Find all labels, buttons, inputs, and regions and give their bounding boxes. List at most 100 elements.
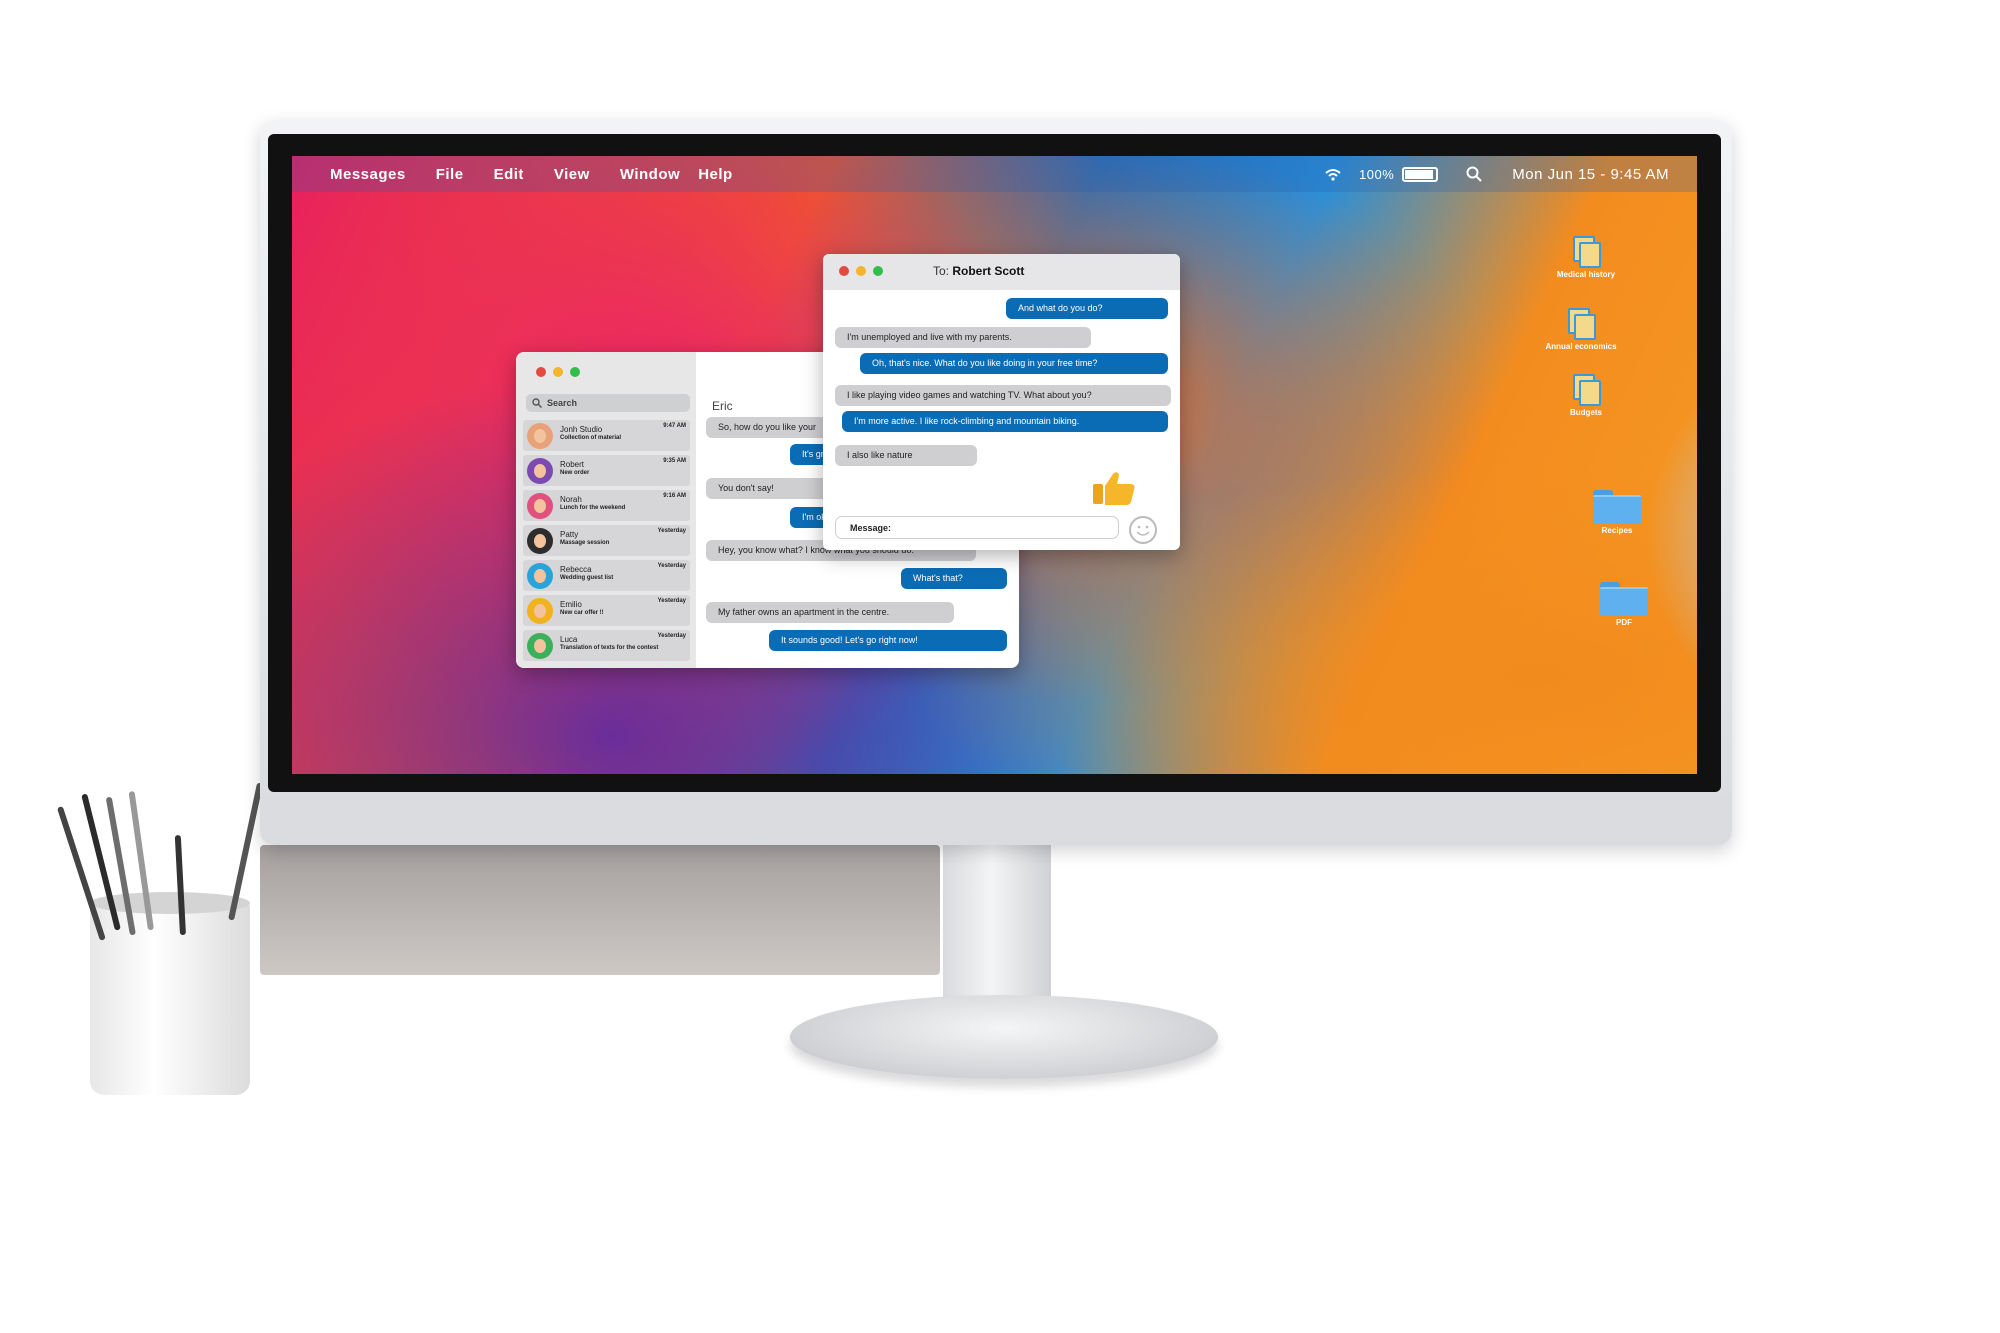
- minimize-button[interactable]: [856, 266, 866, 276]
- contact-name: Jonh Studio: [560, 425, 603, 434]
- battery-status[interactable]: 100%: [1359, 166, 1439, 182]
- avatar: [527, 598, 553, 624]
- menu-window[interactable]: Window: [620, 166, 680, 183]
- folder-icon: [1593, 490, 1641, 524]
- contact-name: Robert: [560, 460, 585, 469]
- folder-icon: [1600, 582, 1648, 616]
- minimize-button[interactable]: [553, 367, 563, 377]
- contact-subtitle: Translation of texts for the contest: [560, 645, 659, 651]
- menu-app-messages[interactable]: Messages: [330, 166, 406, 183]
- search-input[interactable]: Search: [526, 394, 690, 412]
- wifi-icon[interactable]: [1325, 168, 1341, 181]
- avatar: [527, 493, 553, 519]
- avatar: [527, 528, 553, 554]
- close-button[interactable]: [839, 266, 849, 276]
- zoom-button[interactable]: [873, 266, 883, 276]
- message-bubble-sent: I'm more active. I like rock-climbing an…: [842, 411, 1168, 432]
- message-bubble-sent: Oh, that's nice. What do you like doing …: [860, 353, 1168, 374]
- desktop-icon-medical-history[interactable]: Medical history: [1541, 236, 1631, 279]
- document-icon: [1573, 374, 1601, 406]
- contact-time: Yesterday: [657, 563, 686, 569]
- message-bubble-received: I'm unemployed and live with my parents.: [835, 327, 1091, 348]
- contact-row[interactable]: Emilio New car offer !! Yesterday: [523, 595, 690, 626]
- contact-subtitle: Wedding guest list: [560, 575, 614, 581]
- message-bubble-sent: What's that?: [901, 568, 1007, 589]
- message-bubble-sent: It sounds good! Let's go right now!: [769, 630, 1007, 651]
- contact-name: Emilio: [560, 600, 582, 609]
- message-bubble-received: I like playing video games and watching …: [835, 385, 1171, 406]
- contact-time: Yesterday: [657, 528, 686, 534]
- contact-name: Patty: [560, 530, 579, 539]
- window-controls: [536, 367, 580, 377]
- desktop-icon-label: Medical history: [1556, 270, 1616, 279]
- search-icon: [532, 398, 542, 408]
- menu-bar: Messages File Edit View Window Help 100%…: [292, 156, 1697, 192]
- desktop-icon-label: PDF: [1616, 618, 1632, 627]
- message-bubble-sent: And what do you do?: [1006, 298, 1168, 319]
- monitor-stand-neck: [943, 845, 1051, 1015]
- desktop-icon-annual-economics[interactable]: Annual economics: [1536, 308, 1626, 351]
- contact-subtitle: New order: [560, 470, 590, 476]
- recipient-line: To: Robert Scott: [933, 264, 1024, 278]
- conversation-title: Eric: [712, 399, 733, 413]
- avatar: [527, 563, 553, 589]
- menu-view[interactable]: View: [554, 166, 590, 183]
- contact-row[interactable]: Luca Translation of texts for the contest…: [523, 630, 690, 661]
- desktop-icon-label: Recipes: [1601, 526, 1633, 535]
- contact-subtitle: New car offer !!: [560, 610, 604, 616]
- window-controls: [839, 266, 883, 276]
- message-input[interactable]: Message:: [835, 516, 1119, 539]
- avatar: [527, 458, 553, 484]
- clock[interactable]: Mon Jun 15 - 9:45 AM: [1512, 166, 1669, 183]
- contact-name: Norah: [560, 495, 582, 504]
- desktop-icon-pdf[interactable]: PDF: [1579, 582, 1669, 627]
- contact-time: 9:35 AM: [663, 458, 686, 464]
- contact-row[interactable]: Rebecca Wedding guest list Yesterday: [523, 560, 690, 591]
- emoji-icon[interactable]: [1129, 516, 1157, 544]
- menu-edit[interactable]: Edit: [494, 166, 524, 183]
- search-icon[interactable]: [1466, 166, 1482, 182]
- pen-cup: [90, 900, 250, 1095]
- message-bubble-received: I also like nature: [835, 445, 977, 466]
- contact-row[interactable]: Robert New order 9:35 AM: [523, 455, 690, 486]
- menu-help[interactable]: Help: [698, 166, 733, 183]
- battery-icon: [1402, 166, 1439, 182]
- contact-time: 9:47 AM: [663, 423, 686, 429]
- desktop-icon-label: Budgets: [1570, 408, 1602, 417]
- pen: [56, 805, 106, 941]
- monitor-stand-base: [790, 995, 1218, 1079]
- desktop-screen: Messages File Edit View Window Help 100%…: [292, 156, 1697, 774]
- avatar: [527, 423, 553, 449]
- contact-row[interactable]: Jonh Studio Collection of material 9:47 AM: [523, 420, 690, 451]
- document-icon: [1573, 236, 1601, 268]
- chat-window: To: Robert Scott And what do you do? I'm …: [823, 254, 1180, 550]
- desktop-icon-recipes[interactable]: Recipes: [1572, 490, 1662, 535]
- close-button[interactable]: [536, 367, 546, 377]
- desktop-icon-label: Annual economics: [1545, 342, 1617, 351]
- contact-time: Yesterday: [657, 633, 686, 639]
- menu-file[interactable]: File: [436, 166, 464, 183]
- message-bubble-received: My father owns an apartment in the centr…: [706, 602, 954, 623]
- search-placeholder: Search: [547, 398, 578, 408]
- contact-row[interactable]: Norah Lunch for the weekend 9:16 AM: [523, 490, 690, 521]
- contact-subtitle: Lunch for the weekend: [560, 505, 626, 511]
- battery-level: [1405, 169, 1434, 179]
- recipient-name[interactable]: Robert Scott: [952, 264, 1024, 278]
- avatar: [527, 633, 553, 659]
- contact-row[interactable]: Patty Massage session Yesterday: [523, 525, 690, 556]
- contact-time: Yesterday: [657, 598, 686, 604]
- desktop-icon-budgets[interactable]: Budgets: [1541, 374, 1631, 417]
- message-label: Message:: [850, 522, 892, 533]
- thumbs-up-icon[interactable]: [1091, 470, 1137, 506]
- battery-percent: 100%: [1359, 166, 1395, 182]
- desk-surface: [260, 845, 940, 975]
- status-area: 100% Mon Jun 15 - 9:45 AM: [1325, 156, 1669, 192]
- contact-time: 9:16 AM: [663, 493, 686, 499]
- to-label: To:: [933, 264, 950, 278]
- contact-name: Luca: [560, 635, 578, 644]
- zoom-button[interactable]: [570, 367, 580, 377]
- contact-subtitle: Massage session: [560, 540, 610, 546]
- contact-subtitle: Collection of material: [560, 435, 622, 441]
- document-icon: [1568, 308, 1596, 340]
- contact-name: Rebecca: [560, 565, 592, 574]
